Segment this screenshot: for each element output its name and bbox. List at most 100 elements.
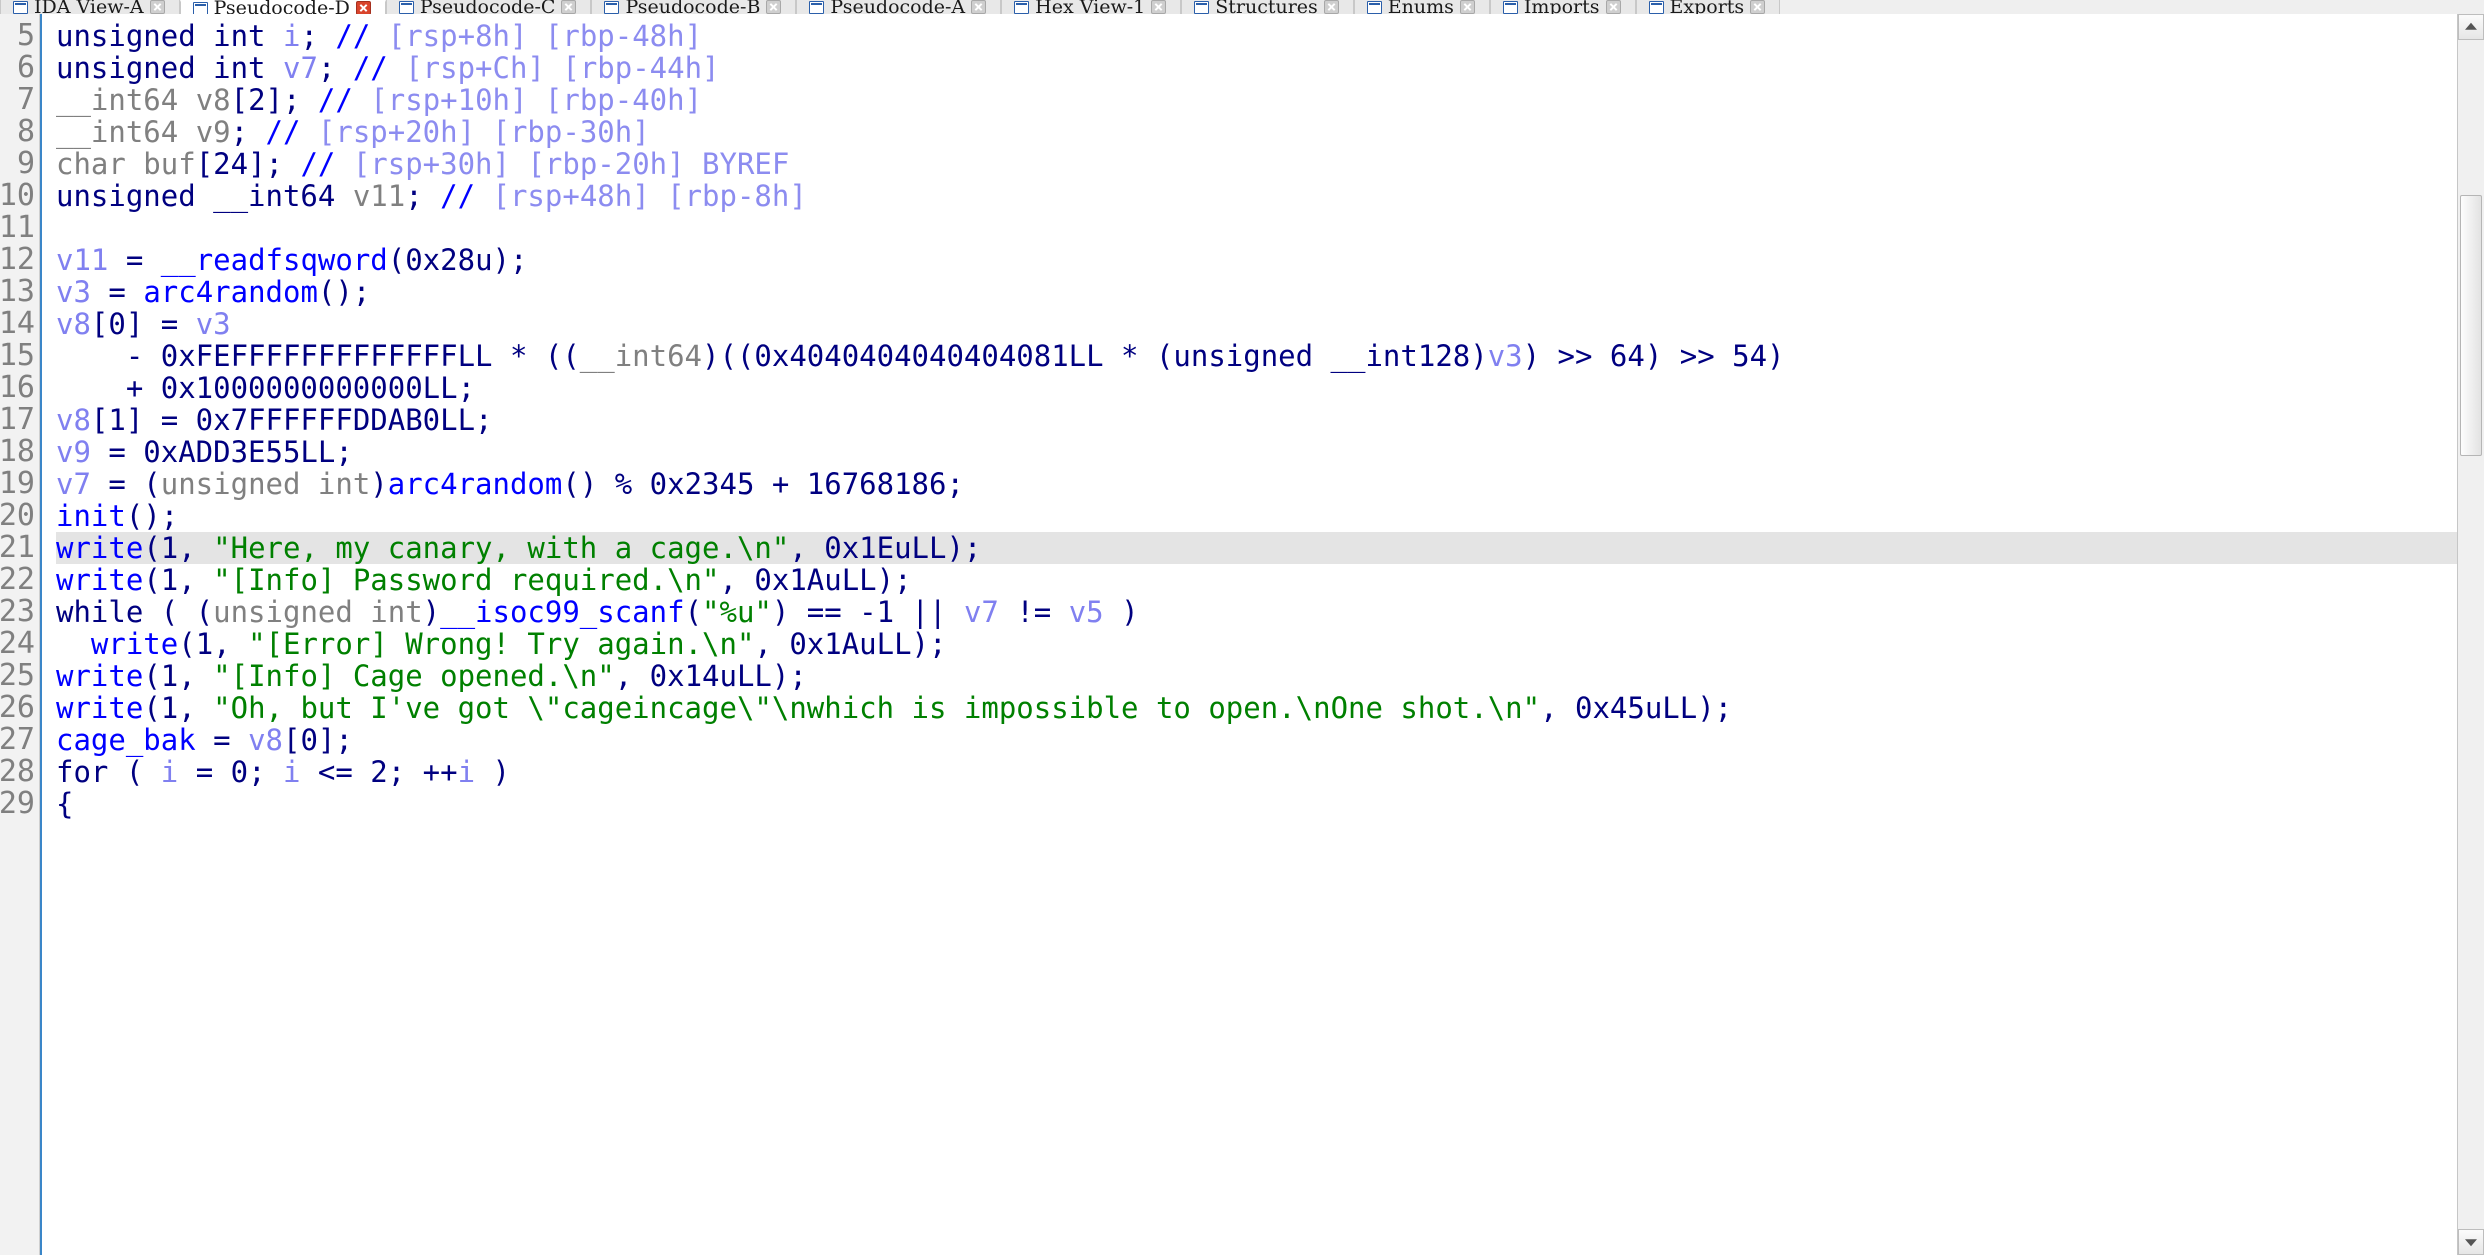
token-cmt: // [440, 179, 493, 213]
token-fn[interactable]: write [56, 659, 143, 693]
code-line[interactable]: cage_bak = v8[0]; [56, 724, 2484, 756]
tab-close-icon[interactable] [1750, 0, 1766, 14]
vertical-scrollbar[interactable] [2457, 14, 2484, 1255]
code-line[interactable]: write(1, "[Error] Wrong! Try again.\n", … [56, 628, 2484, 660]
tab-pseudocode-b[interactable]: Pseudocode-B [591, 0, 797, 14]
token-var[interactable]: i [283, 755, 300, 789]
token-var[interactable]: v9 [56, 435, 91, 469]
tab-close-icon[interactable] [1459, 0, 1475, 14]
code-lines[interactable]: unsigned int i; // [rsp+8h] [rbp-48h] uns… [42, 20, 2484, 820]
tab-pseudocode-c[interactable]: Pseudocode-C [385, 0, 592, 14]
tab-close-icon[interactable] [149, 0, 165, 14]
code-line[interactable]: while ( (unsigned int)__isoc99_scanf("%u… [56, 596, 2484, 628]
tab-hex-view-1[interactable]: Hex View-1 [1001, 0, 1182, 14]
code-line[interactable]: char buf[24]; // [rsp+30h] [rbp-20h] BYR… [56, 148, 2484, 180]
code-line[interactable]: unsigned int i; // [rsp+8h] [rbp-48h] [56, 20, 2484, 52]
token-var[interactable]: v7 [283, 51, 318, 85]
token-kw: (0x28u); [387, 243, 528, 277]
tab-ida-view-a[interactable]: IDA View-A [0, 0, 180, 14]
token-var[interactable]: i [161, 755, 178, 789]
code-line[interactable]: for ( i = 0; i <= 2; ++i ) [56, 756, 2484, 788]
code-line[interactable]: __int64 v9; // [rsp+20h] [rbp-30h] [56, 116, 2484, 148]
code-line[interactable] [56, 212, 2484, 244]
token-ty: __int64 [579, 339, 703, 373]
code-line[interactable]: v9 = 0xADD3E55LL; [56, 436, 2484, 468]
code-line[interactable]: + 0x1000000000000LL; [56, 372, 2484, 404]
token-var[interactable]: v3 [196, 307, 231, 341]
pseudocode-editor[interactable]: 5 6 7 8 9 10 11 12 13 14 15 16 17 18 19 20 21 22 23 24 25 26 2… [0, 14, 2484, 1255]
token-ty: char buf [56, 147, 196, 181]
tab-close-icon[interactable] [561, 0, 577, 14]
token-fn[interactable]: write [56, 531, 143, 565]
token-var[interactable]: v7 [964, 595, 999, 629]
line-number: 6 [16, 50, 35, 85]
line-number: 29 [0, 786, 35, 821]
tab-close-icon[interactable] [355, 1, 371, 14]
line-number: 26 [0, 690, 35, 725]
token-ty: __int64 [56, 83, 196, 117]
token-fn[interactable]: __isoc99_scanf [440, 595, 684, 629]
code-line[interactable]: v3 = arc4random(); [56, 276, 2484, 308]
tab-exports[interactable]: Exports [1635, 0, 1781, 14]
token-fn[interactable]: write [56, 691, 143, 725]
tab-pseudocode-a[interactable]: Pseudocode-A [796, 0, 1002, 14]
code-line[interactable]: v7 = (unsigned int)arc4random() % 0x2345… [56, 468, 2484, 500]
code-line[interactable]: v8[1] = 0x7FFFFFFDDAB0LL; [56, 404, 2484, 436]
code-line[interactable]: v8[0] = v3 [56, 308, 2484, 340]
code-line[interactable]: __int64 v8[2]; // [rsp+10h] [rbp-40h] [56, 84, 2484, 116]
scroll-down-button[interactable] [2458, 1229, 2484, 1255]
token-var[interactable]: v8 [56, 403, 91, 437]
scroll-up-button[interactable] [2458, 14, 2484, 40]
code-viewport[interactable]: unsigned int i; // [rsp+8h] [rbp-48h] uns… [40, 14, 2484, 1255]
tab-pseudocode-d[interactable]: Pseudocode-D [179, 0, 386, 14]
token-var[interactable]: v5 [1069, 595, 1104, 629]
token-ty: __int64 [56, 115, 196, 149]
code-line[interactable]: write(1, "Oh, but I've got \"cageincage\… [56, 692, 2484, 724]
token-var[interactable]: i [283, 19, 300, 53]
token-var[interactable]: v8 [248, 723, 283, 757]
token-var[interactable]: i [458, 755, 475, 789]
token-fn[interactable]: write [56, 563, 143, 597]
token-kw: , 0x1AuLL); [719, 563, 912, 597]
code-line[interactable]: unsigned int v7; // [rsp+Ch] [rbp-44h] [56, 52, 2484, 84]
tab-close-icon[interactable] [971, 0, 987, 14]
token-kw: ) [1103, 595, 1139, 629]
token-kw: = ( [90, 467, 161, 501]
token-var[interactable]: v3 [56, 275, 91, 309]
token-str: "[Error] Wrong! Try again.\n" [248, 627, 755, 661]
code-line[interactable]: init(); [56, 500, 2484, 532]
tab-close-icon[interactable] [766, 0, 782, 14]
tab-close-icon[interactable] [1605, 0, 1621, 14]
code-line[interactable]: write(1, "[Info] Password required.\n", … [56, 564, 2484, 596]
code-line[interactable]: { [56, 788, 2484, 820]
token-fn[interactable]: init [56, 499, 126, 533]
code-line[interactable]: - 0xFEFFFFFFFFFFFFFLL * ((__int64)((0x40… [56, 340, 2484, 372]
scrollbar-thumb[interactable] [2460, 194, 2482, 457]
token-var[interactable]: v3 [1488, 339, 1523, 373]
tab-close-icon[interactable] [1151, 0, 1167, 14]
code-line[interactable]: write(1, "Here, my canary, with a cage.\… [56, 532, 2484, 564]
token-fn[interactable]: write [91, 627, 178, 661]
token-fn[interactable]: __readfsqword [161, 243, 388, 277]
tab-enums[interactable]: Enums [1353, 0, 1490, 14]
line-number: 16 [0, 370, 35, 405]
token-var[interactable]: v11 [56, 243, 108, 277]
code-line[interactable]: unsigned __int64 v11; // [rsp+48h] [rbp-… [56, 180, 2484, 212]
token-fn[interactable]: arc4random [143, 275, 318, 309]
token-kw: (); [317, 275, 371, 309]
tab-close-icon[interactable] [1323, 0, 1339, 14]
token-ty: v8 [195, 83, 231, 117]
token-var[interactable]: v7 [56, 467, 91, 501]
token-str: "Oh, but I've got \"cageincage\"\nwhich … [213, 691, 1541, 725]
token-stk: [rsp+30h] [rbp-20h] BYREF [352, 147, 790, 181]
token-kw: = [195, 723, 249, 757]
token-fn[interactable]: cage_bak [56, 723, 196, 757]
token-kw: ; [405, 179, 441, 213]
code-line[interactable]: v11 = __readfsqword(0x28u); [56, 244, 2484, 276]
token-var[interactable]: v8 [56, 307, 91, 341]
tab-imports[interactable]: Imports [1489, 0, 1636, 14]
token-fn[interactable]: arc4random [388, 467, 563, 501]
code-line[interactable]: write(1, "[Info] Cage opened.\n", 0x14uL… [56, 660, 2484, 692]
token-kw: [2]; [230, 83, 318, 117]
tab-structures[interactable]: Structures [1181, 0, 1354, 14]
